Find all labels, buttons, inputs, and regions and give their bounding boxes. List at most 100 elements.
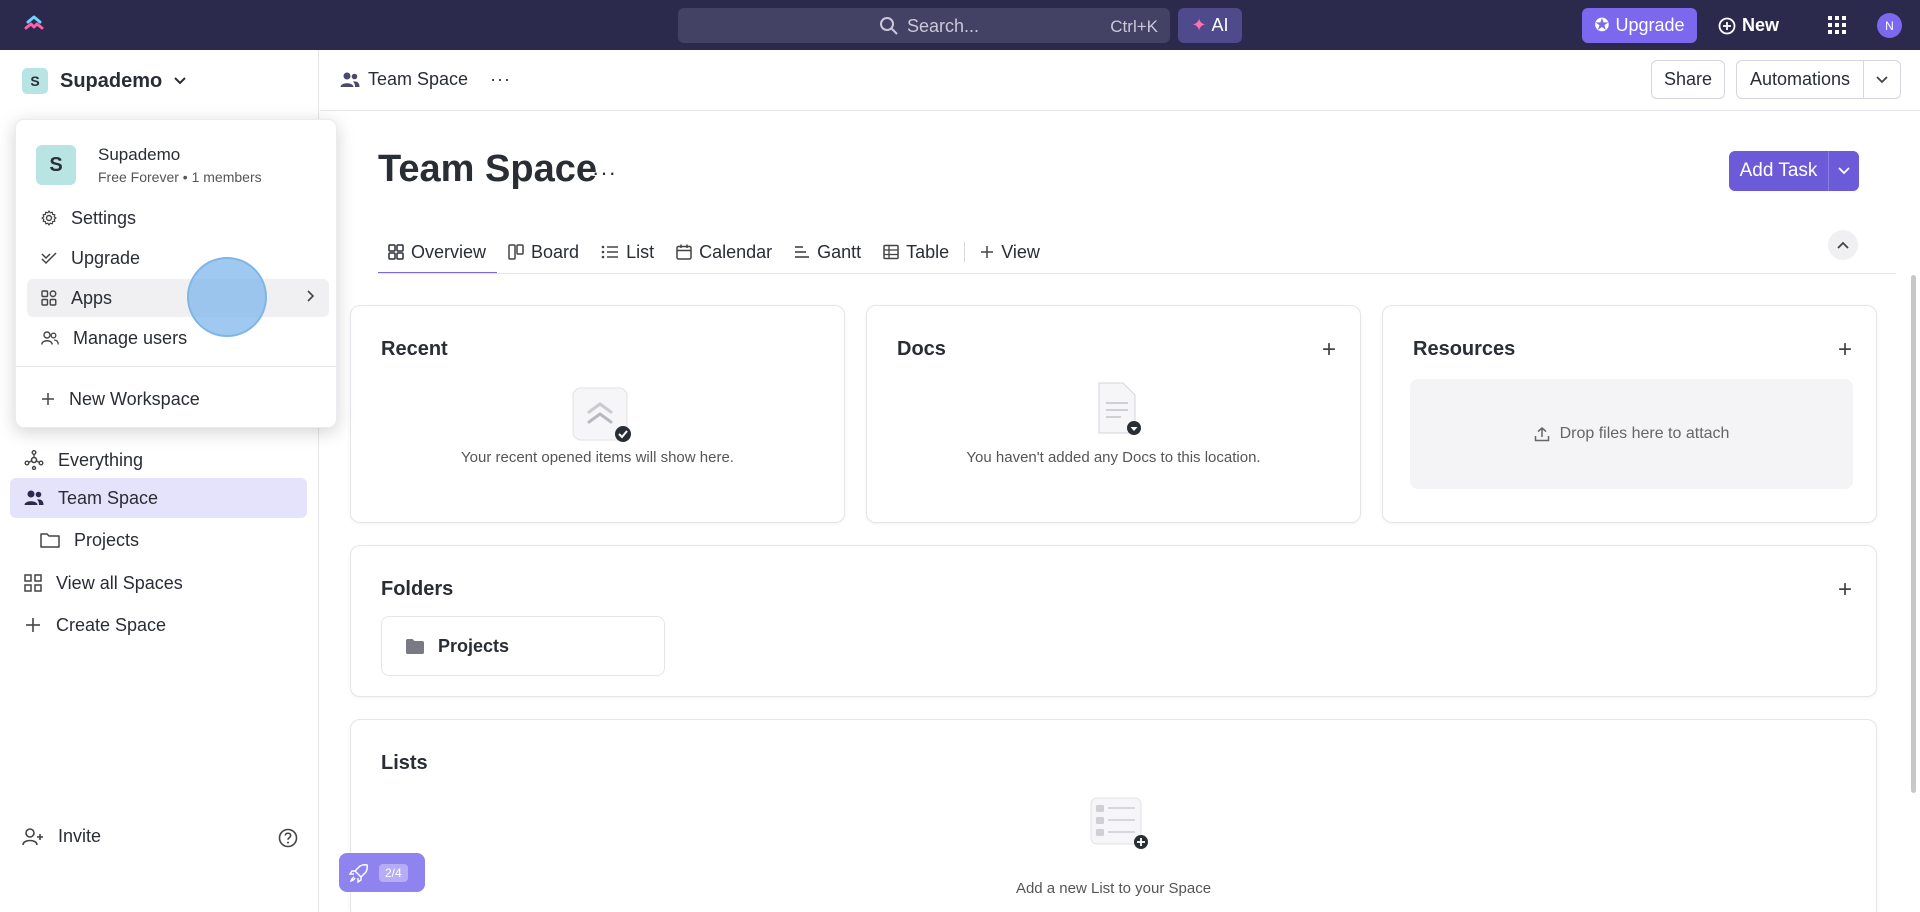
menu-item-label: Apps	[71, 287, 113, 308]
search-placeholder: Search...	[907, 16, 980, 36]
add-task-button[interactable]: Add Task	[1729, 151, 1859, 191]
sidebar-item-label: View all Spaces	[56, 572, 183, 593]
grid-icon	[24, 574, 42, 592]
card-title: Folders	[381, 578, 454, 600]
plus-icon	[42, 393, 54, 405]
recent-empty-icon	[572, 387, 631, 442]
share-button[interactable]: Share	[1651, 60, 1725, 99]
file-drop-zone[interactable]: Drop files here to attach	[1410, 379, 1853, 489]
drop-label: Drop files here to attach	[1559, 425, 1730, 442]
chevron-down-icon[interactable]	[1828, 151, 1859, 191]
list-empty-icon	[1090, 797, 1148, 849]
plus-icon	[981, 246, 994, 258]
user-avatar[interactable]: N	[1877, 13, 1902, 38]
sidebar-item-view-all-spaces[interactable]: View all Spaces	[10, 563, 307, 603]
ai-label: AI	[1211, 15, 1229, 35]
workspace-badge: S	[22, 68, 48, 94]
gantt-icon	[795, 246, 810, 258]
list-icon	[601, 245, 619, 259]
app-logo-icon[interactable]	[22, 13, 46, 37]
tab-label: Gantt	[817, 241, 862, 262]
folders-card: Folders + Projects	[350, 545, 1877, 697]
menu-item-upgrade[interactable]: Upgrade	[27, 239, 329, 277]
workspace-switcher[interactable]: S Supademo	[22, 68, 186, 94]
tab-overview[interactable]: Overview	[378, 230, 498, 274]
add-doc-icon[interactable]: +	[1322, 336, 1336, 364]
workspace-plan: Free Forever • 1 members	[98, 169, 262, 185]
folder-icon	[40, 533, 60, 548]
upload-icon	[1534, 427, 1549, 442]
menu-item-manage-users[interactable]: Manage users	[27, 319, 329, 357]
tab-board[interactable]: Board	[497, 230, 590, 274]
sidebar-item-team-space[interactable]: Team Space	[10, 478, 307, 518]
sidebar-item-projects[interactable]: Projects	[10, 520, 307, 560]
empty-message: Add a new List to your Space	[1015, 880, 1212, 897]
tab-label: Calendar	[699, 241, 773, 262]
collapse-button[interactable]	[1828, 230, 1858, 260]
automations-button[interactable]: Automations	[1736, 60, 1901, 99]
tab-label: Board	[531, 241, 580, 262]
sidebar-item-label: Projects	[74, 529, 140, 550]
upgrade-button[interactable]: ✪ Upgrade	[1582, 8, 1697, 43]
sidebar-item-create-space[interactable]: Create Space	[10, 605, 307, 645]
search-bar[interactable]: Search... Ctrl+K	[678, 8, 1170, 43]
menu-item-label: Upgrade	[71, 247, 141, 268]
main-scrollbar[interactable]	[1911, 275, 1916, 793]
invite-label: Invite	[58, 826, 102, 846]
menu-item-label: New Workspace	[69, 388, 200, 409]
menu-divider	[16, 366, 336, 367]
everything-icon	[24, 450, 44, 470]
add-user-icon	[22, 827, 43, 845]
add-resource-icon[interactable]: +	[1838, 336, 1852, 364]
add-folder-icon[interactable]: +	[1838, 576, 1852, 604]
apps-icon	[41, 290, 57, 306]
workspace-name: Supademo	[60, 69, 163, 92]
invite-button[interactable]: Invite	[22, 826, 101, 847]
table-icon	[883, 244, 899, 260]
apps-grid-icon[interactable]	[1828, 16, 1846, 34]
ai-button[interactable]: ✦ AI	[1178, 8, 1242, 43]
breadcrumb[interactable]: Team Space ···	[340, 69, 511, 90]
menu-item-apps[interactable]: Apps	[27, 279, 329, 317]
new-label: New	[1742, 15, 1780, 35]
help-icon[interactable]	[278, 828, 298, 848]
menu-item-label: Manage users	[73, 327, 188, 348]
tab-calendar[interactable]: Calendar	[665, 230, 783, 274]
tab-list[interactable]: List	[590, 230, 665, 274]
chevron-down-icon	[174, 77, 186, 85]
sidebar-item-label: Everything	[58, 449, 144, 470]
folder-icon	[406, 638, 424, 654]
menu-item-settings[interactable]: Settings	[27, 199, 329, 237]
card-title: Resources	[1413, 338, 1516, 360]
empty-message: You haven't added any Docs to this locat…	[966, 449, 1261, 466]
more-icon[interactable]: ···	[592, 160, 617, 186]
team-icon	[340, 72, 360, 87]
more-icon[interactable]: ···	[490, 69, 511, 90]
menu-item-new-workspace[interactable]: New Workspace	[27, 380, 329, 418]
rocket-icon	[349, 863, 368, 883]
resources-card: Resources + Drop files here to attach	[1382, 305, 1877, 523]
search-icon	[880, 17, 898, 35]
workspace-dropdown: S Supademo Free Forever • 1 members Sett…	[15, 119, 337, 428]
folder-tile[interactable]: Projects	[381, 616, 665, 676]
add-task-label: Add Task	[1739, 160, 1818, 181]
search-shortcut: Ctrl+K	[1110, 17, 1158, 36]
sidebar-item-everything[interactable]: Everything	[10, 440, 307, 480]
sidebar-item-label: Team Space	[58, 487, 159, 508]
tab-label: Table	[906, 241, 950, 262]
tab-table[interactable]: Table	[872, 230, 960, 274]
new-button[interactable]: New	[1718, 8, 1782, 43]
tab-gantt[interactable]: Gantt	[783, 230, 872, 274]
upgrade-icon: ✪	[1594, 15, 1610, 35]
sidebar-item-label: Create Space	[56, 614, 167, 635]
board-icon	[508, 244, 524, 260]
add-view-button[interactable]: View	[969, 230, 1051, 274]
tab-label: Overview	[411, 241, 487, 262]
empty-message: Your recent opened items will show here.	[461, 449, 734, 466]
onboarding-badge[interactable]: 2/4	[339, 853, 425, 892]
chevron-down-icon[interactable]	[1864, 75, 1900, 84]
tab-label: View	[1001, 241, 1040, 262]
onboarding-progress: 2/4	[379, 863, 408, 882]
plus-circle-icon	[1718, 17, 1736, 34]
sparkle-icon: ✦	[1191, 15, 1207, 35]
